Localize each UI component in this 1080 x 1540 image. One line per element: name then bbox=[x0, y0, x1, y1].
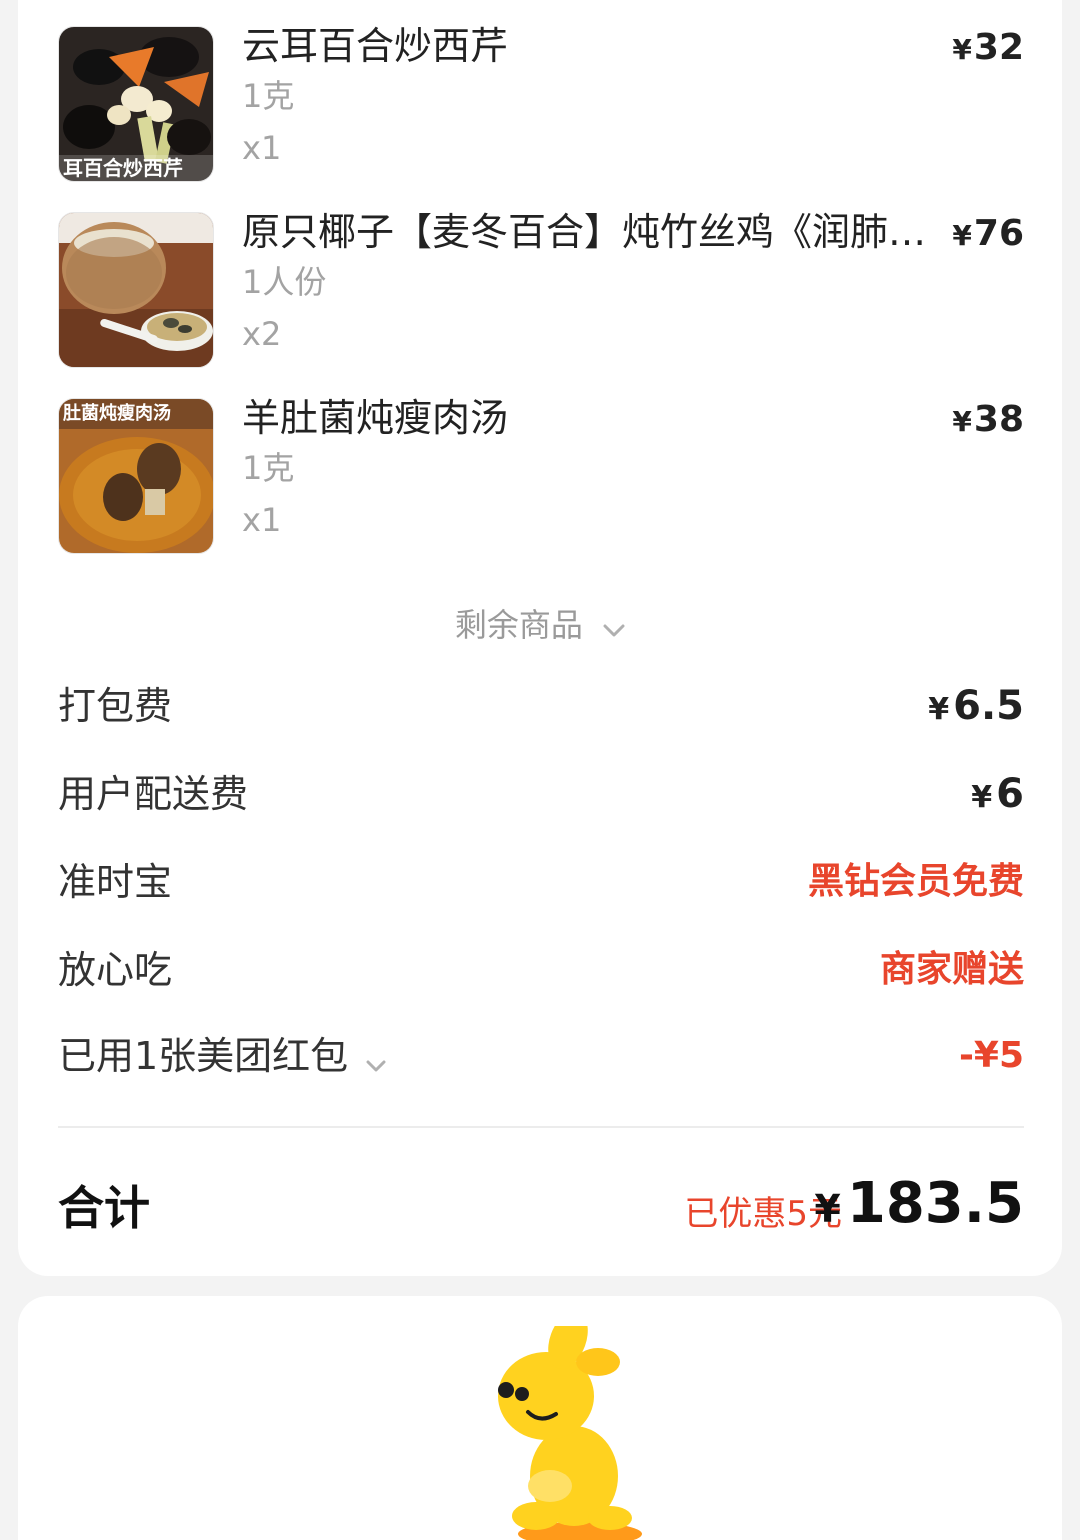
ontime-guarantee-label: 准时宝 bbox=[58, 860, 173, 904]
chevron-down-icon bbox=[603, 608, 625, 646]
delivery-fee-amount: 6 bbox=[996, 771, 1024, 817]
list-item[interactable]: 原只椰子【麦冬百合】炖竹丝鸡《润肺… 1人份 x2 ¥76 bbox=[58, 210, 1024, 368]
safe-eat-row[interactable]: 放心吃 商家赠送 bbox=[58, 942, 1024, 998]
ontime-guarantee-value: 黑钻会员免费 bbox=[807, 861, 1024, 902]
item-name: 原只椰子【麦冬百合】炖竹丝鸡《润肺… bbox=[242, 210, 927, 254]
item-price-value: 38 bbox=[973, 399, 1024, 440]
delivery-fee-value: ¥6 bbox=[971, 766, 1024, 826]
item-quantity: x1 bbox=[242, 501, 282, 539]
dish-thumbnail[interactable]: 肚菌炖瘦肉汤 bbox=[58, 398, 214, 554]
kangaroo-mascot-icon bbox=[470, 1311, 660, 1540]
mascot-card bbox=[18, 1296, 1062, 1540]
item-price: ¥38 bbox=[952, 396, 1024, 446]
item-name: 羊肚菌炖瘦肉汤 bbox=[242, 396, 509, 440]
coupon-label: 已用1张美团红包 bbox=[58, 1028, 386, 1087]
dish-thumbnail[interactable] bbox=[58, 212, 214, 368]
coupon-discount-value: -¥5 bbox=[958, 1035, 1024, 1076]
packing-fee-amount: 6.5 bbox=[953, 683, 1024, 729]
item-quantity: x2 bbox=[242, 315, 282, 353]
delivery-fee-row: 用户配送费 ¥6 bbox=[58, 766, 1024, 822]
item-spec: 1克 bbox=[242, 449, 295, 487]
total-label: 合计 bbox=[58, 1181, 150, 1235]
item-spec: 1人份 bbox=[242, 263, 327, 301]
item-price-value: 32 bbox=[973, 27, 1024, 68]
dish-image-caption: 耳百合炒西芹 bbox=[63, 156, 183, 180]
item-price: ¥32 bbox=[952, 24, 1024, 74]
order-summary-card: 耳百合炒西芹 云耳百合炒西芹 1克 x1 ¥32 原只椰子【麦冬百合】炖竹丝鸡《… bbox=[18, 0, 1062, 1276]
safe-eat-value: 商家赠送 bbox=[879, 949, 1024, 990]
coupon-label-text: 已用1张美团红包 bbox=[58, 1034, 349, 1078]
item-price-value: 76 bbox=[973, 213, 1024, 254]
dish-image-caption: 肚菌炖瘦肉汤 bbox=[63, 402, 171, 424]
currency-symbol: ¥ bbox=[814, 1187, 841, 1231]
list-item[interactable]: 肚菌炖瘦肉汤 羊肚菌炖瘦肉汤 1克 x1 ¥38 bbox=[58, 396, 1024, 554]
total-amount-value: 183.5 bbox=[846, 1171, 1024, 1236]
remaining-items-label: 剩余商品 bbox=[454, 606, 583, 644]
list-item[interactable]: 耳百合炒西芹 云耳百合炒西芹 1克 x1 ¥32 bbox=[58, 24, 1024, 182]
coupon-row[interactable]: 已用1张美团红包 -¥5 bbox=[58, 1028, 1024, 1084]
total-amount: ¥183.5 bbox=[814, 1172, 1024, 1241]
currency-symbol: ¥ bbox=[971, 780, 993, 815]
item-price: ¥76 bbox=[952, 210, 1024, 260]
currency-symbol: ¥ bbox=[952, 219, 972, 252]
packing-fee-label: 打包费 bbox=[58, 684, 173, 728]
chevron-down-icon[interactable] bbox=[366, 1031, 386, 1087]
safe-eat-label: 放心吃 bbox=[58, 948, 173, 992]
item-name: 云耳百合炒西芹 bbox=[242, 24, 509, 68]
remaining-items-toggle[interactable]: 剩余商品 bbox=[18, 600, 1062, 646]
item-spec: 1克 bbox=[242, 77, 295, 115]
currency-symbol: ¥ bbox=[952, 405, 972, 438]
divider bbox=[58, 1126, 1024, 1128]
currency-symbol: ¥ bbox=[928, 692, 950, 727]
delivery-fee-label: 用户配送费 bbox=[58, 772, 249, 816]
ontime-guarantee-row[interactable]: 准时宝 黑钻会员免费 bbox=[58, 854, 1024, 910]
currency-symbol: ¥ bbox=[952, 33, 972, 66]
dish-thumbnail[interactable]: 耳百合炒西芹 bbox=[58, 26, 214, 182]
packing-fee-value: ¥6.5 bbox=[928, 678, 1024, 738]
packing-fee-row: 打包费 ¥6.5 bbox=[58, 678, 1024, 734]
item-quantity: x1 bbox=[242, 129, 282, 167]
